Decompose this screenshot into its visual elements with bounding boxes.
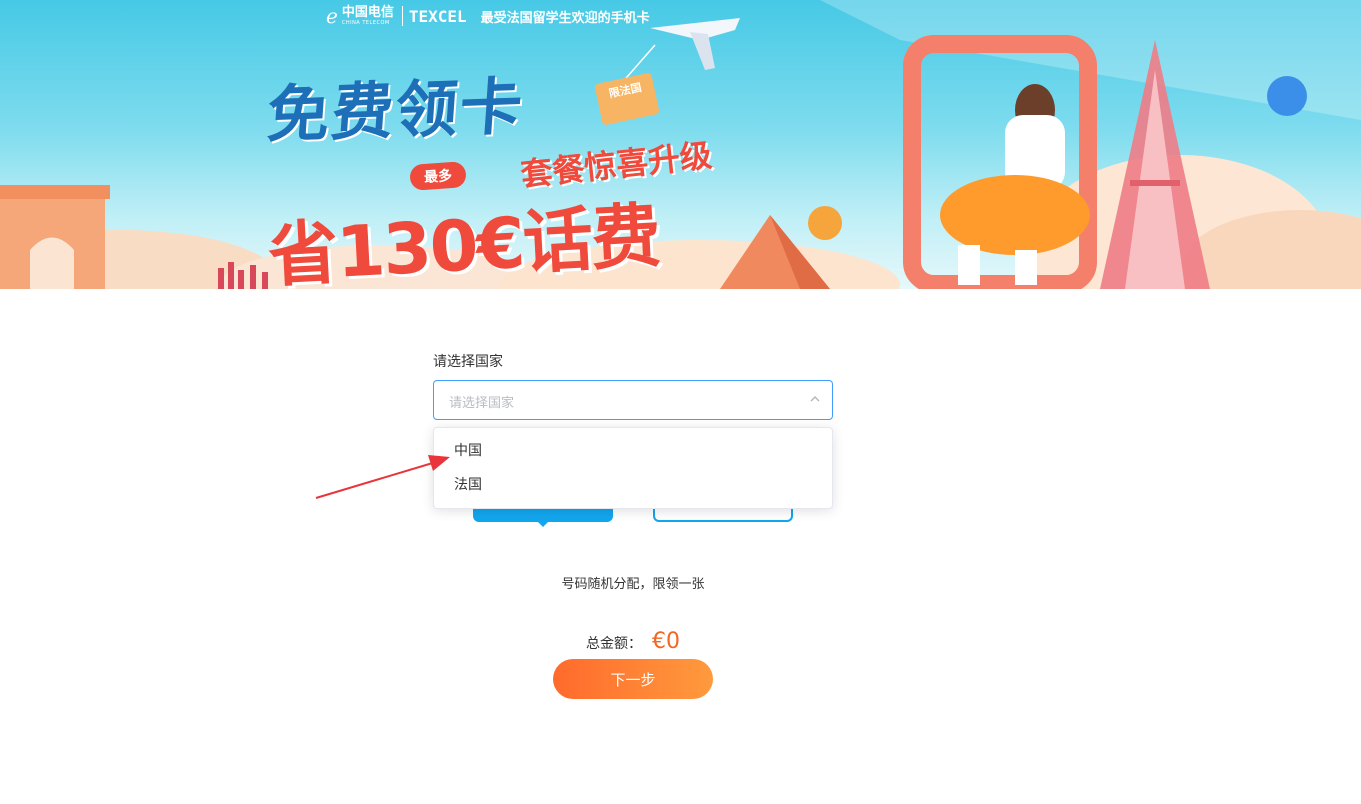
logo-divider (401, 6, 403, 26)
banner-slogan: 最受法国留学生欢迎的手机卡 (480, 10, 650, 26)
logo-cn: 中国电信 (341, 5, 394, 20)
country-label: 请选择国家 (433, 354, 503, 370)
badge-most: 最多 (409, 161, 467, 191)
chevron-up-icon (810, 396, 820, 402)
headline-free-card: 免费领卡 (264, 69, 527, 152)
china-telecom-icon: ℯ (326, 4, 338, 28)
balloon-icon (1267, 76, 1307, 116)
total-amount: €0 (652, 629, 680, 654)
country-option-france[interactable]: 法国 (434, 468, 832, 502)
promo-banner: ℯ 中国电信 CHINA TELECOM TEXCEL 最受法国留学生欢迎的手机… (0, 0, 1361, 289)
texcel-logo: TEXCEL (408, 6, 467, 26)
brand-logo[interactable]: ℯ 中国电信 CHINA TELECOM TEXCEL 最受法国留学生欢迎的手机… (326, 2, 650, 30)
next-step-button[interactable]: 下一步 (553, 659, 713, 699)
country-select-placeholder: 请选择国家 (449, 396, 515, 411)
country-select[interactable]: 请选择国家 (433, 380, 833, 420)
active-tab-caret (536, 520, 550, 527)
wifi-balloon-icon (808, 206, 842, 240)
headline-save: 省130€话费 (266, 194, 661, 289)
allocation-note: 号码随机分配，限领一张 (561, 577, 705, 592)
country-option-china[interactable]: 中国 (434, 434, 832, 468)
china-telecom-wordmark: 中国电信 CHINA TELECOM (342, 6, 394, 26)
total-label: 总金额： (586, 636, 642, 652)
total-row: 总金额： €0 (586, 629, 680, 654)
logo-en: CHINA TELECOM (341, 20, 390, 26)
country-dropdown: 中国 法国 (433, 427, 833, 509)
